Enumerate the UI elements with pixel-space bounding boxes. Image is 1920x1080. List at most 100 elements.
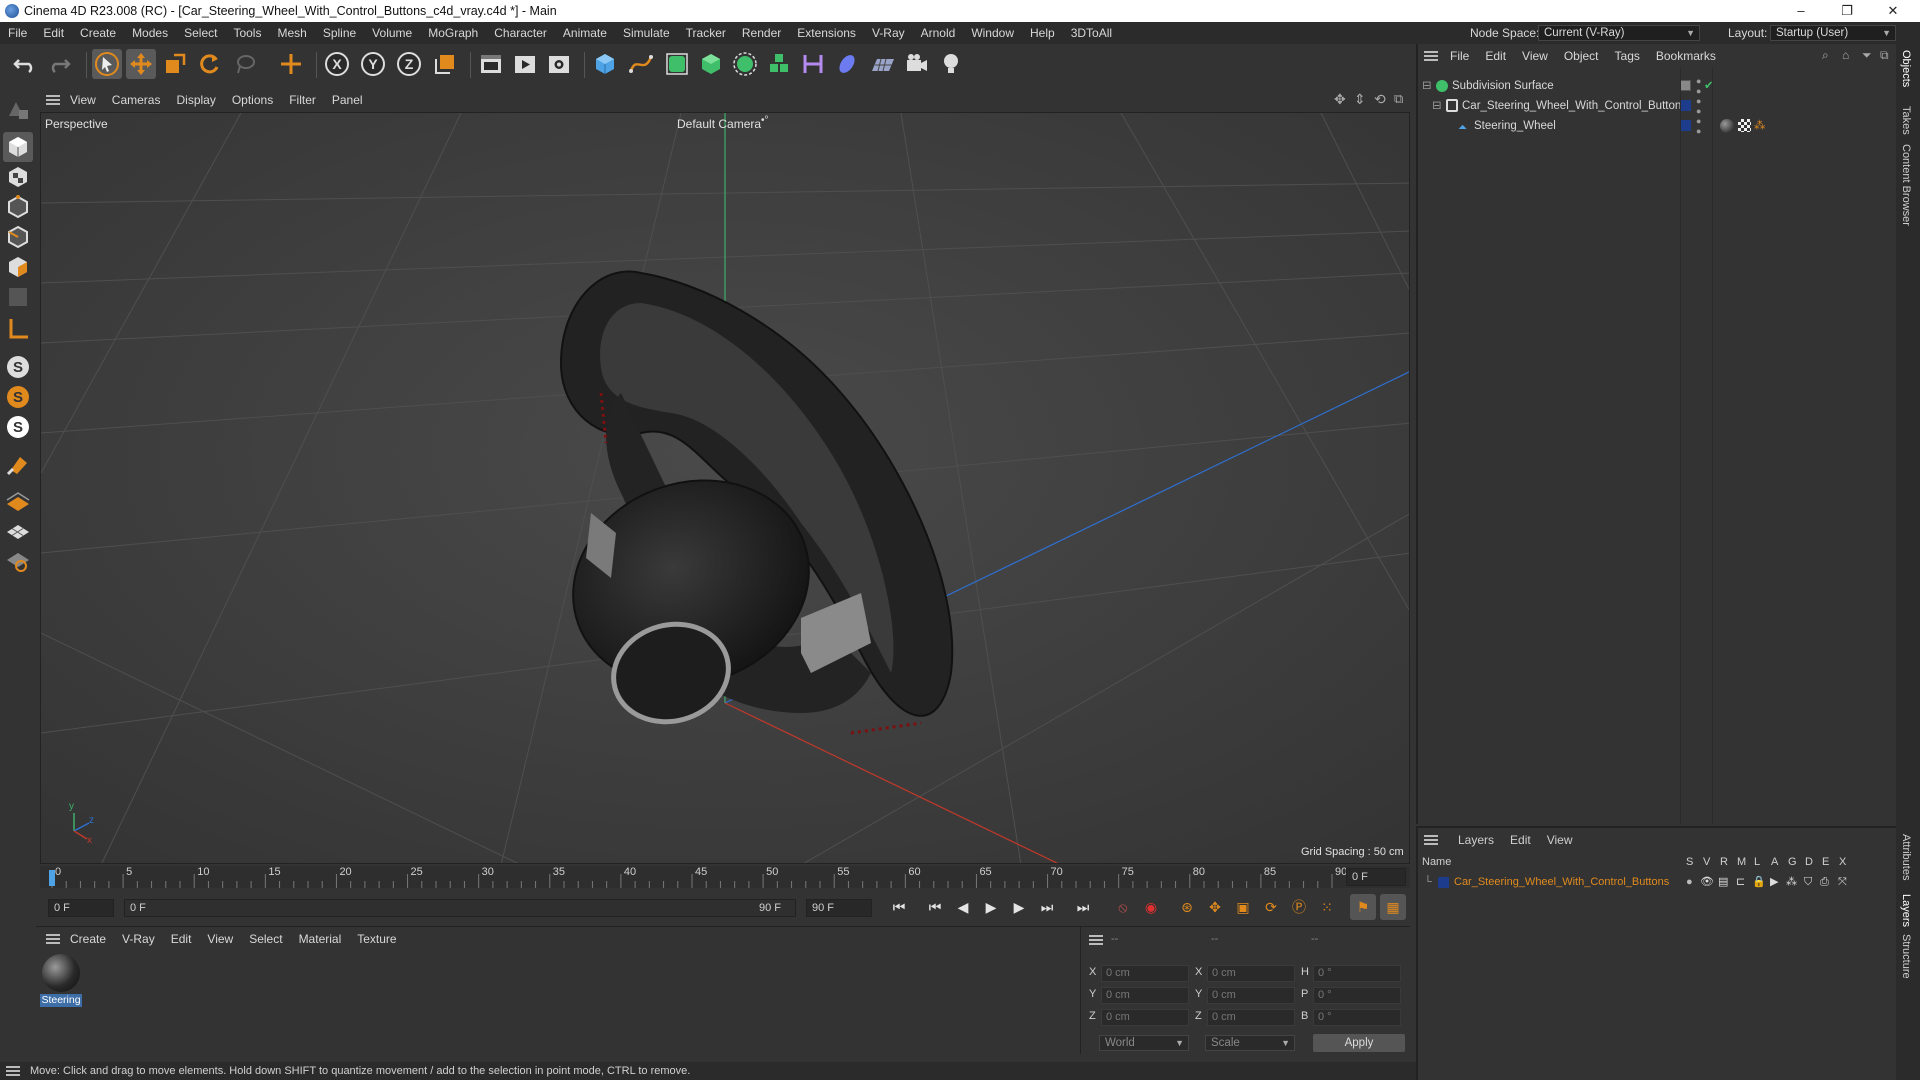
layer-flag-header[interactable]: A xyxy=(1771,856,1778,868)
object-row-car-steering-wheel[interactable]: ⊟ Car_Steering_Wheel_With_Control_Button… xyxy=(1418,96,1894,116)
transform-tool[interactable] xyxy=(276,49,306,79)
quantize-button[interactable]: S xyxy=(3,412,33,442)
menu-tools[interactable]: Tools xyxy=(225,26,269,40)
viewport-menu-filter[interactable]: Filter xyxy=(281,93,324,107)
layer-color-swatch[interactable] xyxy=(1680,120,1691,131)
planar-workplane-button[interactable] xyxy=(3,546,33,576)
apply-button[interactable]: Apply xyxy=(1313,1034,1405,1052)
make-editable-button[interactable] xyxy=(3,94,33,124)
maximize-button[interactable]: ❐ xyxy=(1824,0,1870,22)
minimize-button[interactable]: – xyxy=(1778,0,1824,22)
recent-tool[interactable] xyxy=(230,49,260,79)
menu-simulate[interactable]: Simulate xyxy=(615,26,678,40)
menu-extensions[interactable]: Extensions xyxy=(789,26,864,40)
menu-select[interactable]: Select xyxy=(176,26,225,40)
mograph-button[interactable] xyxy=(764,49,794,79)
rotate-tool[interactable] xyxy=(194,49,224,79)
hamburger-icon[interactable] xyxy=(1424,835,1438,845)
layer-flag-header[interactable]: G xyxy=(1788,856,1797,868)
hamburger-icon[interactable] xyxy=(6,1066,20,1076)
layer-flag-header[interactable]: E xyxy=(1822,856,1829,868)
layer-render-icon[interactable]: ▤ xyxy=(1718,872,1728,892)
hamburger-icon[interactable] xyxy=(1089,935,1103,945)
timeline-ruler[interactable]: 0 5 10 15 20 25 30 35 40 45 50 55 60 65 70 75 80 85 90 0 F xyxy=(40,866,1410,888)
menu-file[interactable]: File xyxy=(0,26,35,40)
material-name-label[interactable]: Steering xyxy=(40,994,82,1007)
zoom-view-icon[interactable]: ⇕ xyxy=(1354,91,1366,108)
3d-viewport[interactable]: Perspective Default Camera •° Grid Spaci… xyxy=(40,112,1410,864)
layer-lock-icon[interactable]: 🔒 xyxy=(1752,872,1766,892)
node-space-dropdown[interactable]: Current (V-Ray) ▼ xyxy=(1538,25,1700,41)
light-button[interactable] xyxy=(936,49,966,79)
layer-flag-header[interactable]: M xyxy=(1737,856,1746,868)
keyframe-selection-button[interactable]: ⊛ xyxy=(1174,894,1200,920)
viewport-menu-options[interactable]: Options xyxy=(224,93,281,107)
object-menu-object[interactable]: Object xyxy=(1556,49,1607,63)
axis-mode-button[interactable] xyxy=(3,314,33,344)
go-to-end-button[interactable]: ⏭ xyxy=(1070,894,1096,920)
texture-mode-button[interactable] xyxy=(3,162,33,192)
material-menu-select[interactable]: Select xyxy=(241,932,290,946)
y-axis-lock[interactable]: Y xyxy=(358,49,388,79)
menu-volume[interactable]: Volume xyxy=(364,26,420,40)
menu-mesh[interactable]: Mesh xyxy=(269,26,314,40)
layer-flag-header[interactable]: S xyxy=(1686,856,1693,868)
collapse-icon[interactable]: ⊟ xyxy=(1422,76,1432,96)
menu-mograph[interactable]: MoGraph xyxy=(420,26,486,40)
menu-render[interactable]: Render xyxy=(734,26,789,40)
edit-render-toggle[interactable] xyxy=(1680,80,1691,91)
object-row-subdivision-surface[interactable]: ⊟ Subdivision Surface ● ● ✔ xyxy=(1418,76,1894,96)
layer-visible-icon[interactable]: 👁 xyxy=(1700,872,1714,892)
layer-flag-header[interactable]: D xyxy=(1805,856,1813,868)
object-menu-edit[interactable]: Edit xyxy=(1477,49,1514,63)
point-mode-button[interactable] xyxy=(3,192,33,222)
redo-button[interactable] xyxy=(44,49,74,79)
hamburger-icon[interactable] xyxy=(46,95,60,105)
menu-spline[interactable]: Spline xyxy=(315,26,364,40)
x-axis-lock[interactable]: X xyxy=(322,49,352,79)
move-view-icon[interactable]: ✥ xyxy=(1334,91,1346,108)
camera-name-label[interactable]: Default Camera xyxy=(677,117,761,131)
menu-arnold[interactable]: Arnold xyxy=(913,26,964,40)
menu-create[interactable]: Create xyxy=(72,26,124,40)
layer-generators-icon[interactable]: ⁂ xyxy=(1786,872,1797,892)
tab-objects[interactable]: Objects xyxy=(1900,50,1912,87)
render-settings-button[interactable] xyxy=(544,49,574,79)
rot-h-field[interactable]: 0 ° xyxy=(1313,965,1401,982)
filter-icon[interactable]: ⏷ xyxy=(1862,48,1872,63)
snap-settings-button[interactable]: S xyxy=(3,382,33,412)
viewport-menu-panel[interactable]: Panel xyxy=(324,93,371,107)
tab-content-browser[interactable]: Content Browser xyxy=(1900,144,1912,226)
vray-tag-icon[interactable]: ⁂ xyxy=(1754,116,1766,136)
key-parameter-button[interactable]: Ⓟ xyxy=(1286,894,1312,920)
size-y-field[interactable]: 0 cm xyxy=(1207,987,1295,1004)
pos-y-field[interactable]: 0 cm xyxy=(1101,987,1189,1004)
pos-x-field[interactable]: 0 cm xyxy=(1101,965,1189,982)
layer-flag-header[interactable]: R xyxy=(1720,856,1728,868)
size-z-field[interactable]: 0 cm xyxy=(1207,1009,1295,1026)
next-key-button[interactable]: ⏭ xyxy=(1034,894,1060,920)
coordinate-mode-dropdown[interactable]: World ▼ xyxy=(1099,1035,1189,1051)
material-menu-view[interactable]: View xyxy=(199,932,241,946)
key-position-button[interactable]: ✥ xyxy=(1202,894,1228,920)
cube-object-button[interactable] xyxy=(590,49,620,79)
menu-tracker[interactable]: Tracker xyxy=(678,26,734,40)
material-menu-texture[interactable]: Texture xyxy=(349,932,404,946)
key-pla-button[interactable]: ⁙ xyxy=(1314,894,1340,920)
material-menu-edit[interactable]: Edit xyxy=(163,932,200,946)
menu-character[interactable]: Character xyxy=(486,26,555,40)
tweak-mode-button[interactable] xyxy=(3,450,33,480)
object-menu-view[interactable]: View xyxy=(1514,49,1556,63)
tab-takes[interactable]: Takes xyxy=(1900,106,1912,135)
undo-button[interactable] xyxy=(10,49,40,79)
layer-flag-header[interactable]: V xyxy=(1703,856,1710,868)
menu-edit[interactable]: Edit xyxy=(35,26,72,40)
layer-menu-edit[interactable]: Edit xyxy=(1502,833,1539,847)
extrude-button[interactable] xyxy=(696,49,726,79)
edge-mode-button[interactable] xyxy=(3,222,33,252)
camera-button[interactable] xyxy=(902,49,932,79)
viewport-menu-display[interactable]: Display xyxy=(168,93,223,107)
workplane-button[interactable] xyxy=(3,486,33,516)
previous-frame-button[interactable]: ◀ xyxy=(950,894,976,920)
tab-layers[interactable]: Layers xyxy=(1900,894,1912,927)
